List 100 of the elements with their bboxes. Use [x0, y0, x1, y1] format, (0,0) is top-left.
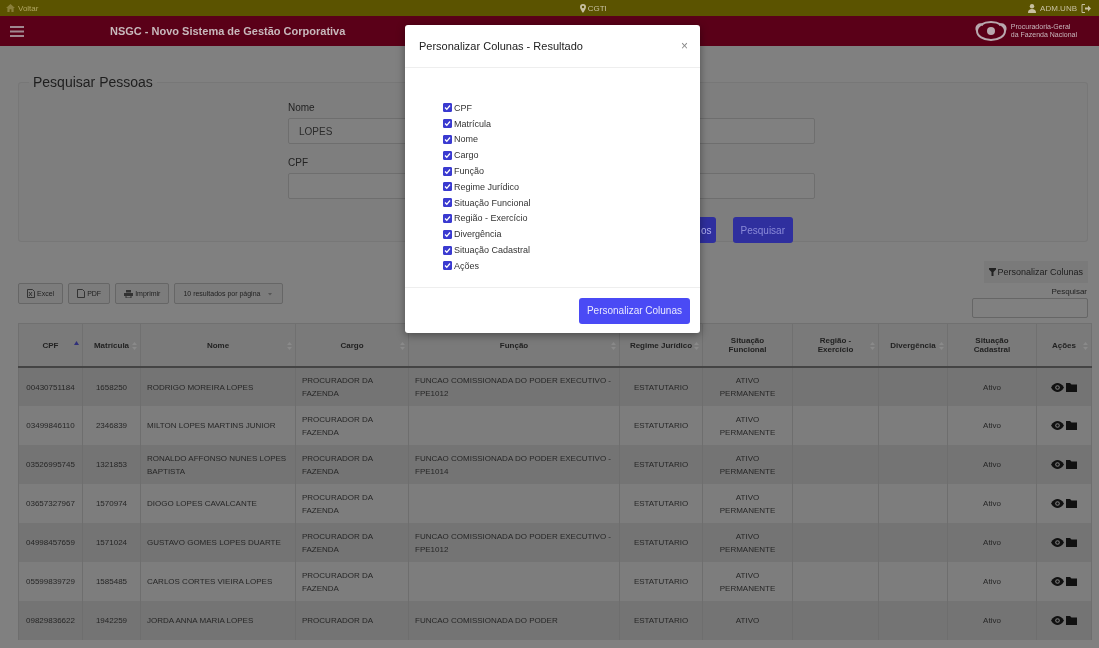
- emblem-icon: [972, 20, 1009, 42]
- checkbox-label: Cargo: [454, 150, 479, 161]
- table-cell: PROCURADOR DA FAZENDA: [302, 376, 373, 398]
- table-cell: ATIVO PERMANENTE: [719, 453, 776, 476]
- folder-icon[interactable]: [1066, 460, 1077, 470]
- checkbox[interactable]: [443, 103, 452, 113]
- checkbox-label: Região - Exercício: [454, 213, 528, 224]
- checkbox[interactable]: [443, 245, 452, 255]
- checkbox-label: Matrícula: [454, 118, 491, 129]
- home-icon: [6, 4, 15, 12]
- table-cell: ESTATUTARIO: [633, 382, 689, 392]
- eye-icon[interactable]: [1051, 421, 1064, 431]
- menu-icon[interactable]: [10, 25, 24, 37]
- column-header[interactable]: Ações: [1036, 323, 1092, 367]
- checkbox[interactable]: [443, 135, 452, 144]
- folder-icon[interactable]: [1066, 616, 1077, 626]
- table-cell: Ativo: [983, 382, 1001, 392]
- search-label: Pesquisar: [1051, 287, 1087, 296]
- panel-title: Pesquisar Pessoas: [32, 74, 154, 90]
- table-cell: 1658250: [95, 382, 128, 392]
- search-button[interactable]: Pesquisar: [732, 217, 793, 243]
- back-link[interactable]: Voltar: [6, 3, 39, 13]
- table-cell: GUSTAVO GOMES LOPES DUARTE: [147, 538, 281, 547]
- checkbox[interactable]: [443, 261, 452, 271]
- checkbox-label: Situação Cadastral: [454, 245, 531, 256]
- table-cell: Ativo: [983, 499, 1001, 508]
- table-cell: FUNCAO COMISSIONADA DO PODER EXECUTIVO - FPE1012: [415, 376, 612, 398]
- eye-icon[interactable]: [1051, 460, 1064, 470]
- table-cell: PROCURADOR DA FAZENDA: [302, 492, 373, 515]
- checkbox[interactable]: [443, 198, 452, 208]
- table-cell: 03499846110: [26, 421, 75, 430]
- checkbox[interactable]: [443, 150, 452, 160]
- table-cell: PROCURADOR DA FAZENDA: [302, 453, 373, 476]
- table-cell: 1321853: [95, 460, 128, 469]
- table-cell: 03526995745: [26, 460, 75, 469]
- folder-icon[interactable]: [1066, 577, 1077, 587]
- table-cell: 00430751184: [26, 382, 75, 392]
- checkbox[interactable]: [443, 213, 452, 223]
- folder-icon[interactable]: [1066, 382, 1077, 392]
- eye-icon[interactable]: [1051, 577, 1064, 587]
- table-cell: JORDA ANNA MARIA LOPES: [147, 616, 254, 625]
- checkbox-label: Nome: [454, 134, 478, 145]
- table-cell: PROCURADOR DA FAZENDA: [302, 531, 373, 554]
- table-cell: ATIVO PERMANENTE: [719, 376, 776, 398]
- checkbox[interactable]: [443, 229, 452, 239]
- field-label: CPF: [288, 157, 308, 168]
- column-header[interactable]: CPF: [18, 323, 83, 367]
- eye-icon[interactable]: [1051, 499, 1064, 509]
- customize-columns-button[interactable]: Personalizar Colunas: [578, 297, 690, 324]
- column-header[interactable]: Nome: [140, 323, 296, 367]
- table-cell: 1570974: [95, 499, 128, 508]
- search-field[interactable]: [972, 298, 1088, 318]
- eye-icon[interactable]: [1051, 382, 1064, 392]
- table-cell: ESTATUTARIO: [633, 538, 689, 547]
- table-cell: ESTATUTARIO: [633, 616, 689, 625]
- checkbox-label: Regime Jurídico: [454, 181, 520, 192]
- column-header[interactable]: Situação Funcional: [702, 323, 793, 367]
- table-cell: 04998457659: [26, 538, 75, 547]
- column-header[interactable]: Divergência: [878, 323, 948, 367]
- column-header[interactable]: Situação Cadastral: [947, 323, 1037, 367]
- location-label: CGTI: [587, 3, 607, 13]
- app-title: NSGC - Novo Sistema de Gestão Corporativa: [110, 25, 346, 37]
- table-cell: ATIVO PERMANENTE: [719, 570, 776, 593]
- column-header[interactable]: Região - Exercício: [792, 323, 879, 367]
- checkbox-label: Divergência: [454, 229, 502, 240]
- file-icon: [77, 289, 86, 298]
- customize-columns-button[interactable]: Personalizar Colunas: [984, 261, 1088, 283]
- printer-icon: [124, 289, 134, 298]
- checkbox[interactable]: [443, 182, 452, 192]
- close-button[interactable]: ×: [681, 39, 688, 53]
- file-icon: [27, 289, 35, 298]
- folder-icon[interactable]: [1066, 499, 1077, 509]
- table-cell: 1585485: [95, 577, 128, 586]
- checkbox[interactable]: [443, 166, 452, 176]
- table-cell: ATIVO PERMANENTE: [719, 414, 776, 437]
- table-cell: ATIVO PERMANENTE: [719, 492, 776, 515]
- table-cell: ESTATUTARIO: [633, 421, 689, 430]
- folder-icon[interactable]: [1066, 538, 1077, 548]
- table-cell: ATIVO: [735, 616, 760, 625]
- eye-icon[interactable]: [1051, 616, 1064, 626]
- sign-out-icon[interactable]: [1081, 3, 1091, 13]
- table-cell: 2346839: [95, 421, 128, 430]
- table-cell: MILTON LOPES MARTINS JUNIOR: [147, 421, 276, 430]
- checkbox[interactable]: [443, 119, 452, 129]
- table-cell: RODRIGO MOREIRA LOPES: [147, 382, 254, 392]
- table-cell: Ativo: [983, 421, 1001, 430]
- dialog-title: Personalizar Colunas - Resultado: [419, 40, 583, 52]
- folder-icon[interactable]: [1066, 421, 1077, 431]
- table-cell: Ativo: [983, 577, 1001, 586]
- field-label: Nome: [288, 102, 315, 113]
- table-cell: PROCURADOR DA FAZENDA: [302, 570, 373, 593]
- table-cell: FUNCAO COMISSIONADA DO PODER EXECUTIVO - FPE1014: [415, 453, 612, 476]
- table-cell: 03657327967: [26, 499, 75, 508]
- table-cell: FUNCAO COMISSIONADA DO PODER EXECUTIVO - FPE1012: [415, 531, 612, 554]
- sort-icon: [611, 341, 616, 350]
- user-icon: [1028, 3, 1037, 13]
- eye-icon[interactable]: [1051, 538, 1064, 548]
- column-header[interactable]: Matrícula: [82, 323, 141, 367]
- column-header[interactable]: Cargo: [295, 323, 409, 367]
- table-cell: 1571024: [95, 538, 128, 547]
